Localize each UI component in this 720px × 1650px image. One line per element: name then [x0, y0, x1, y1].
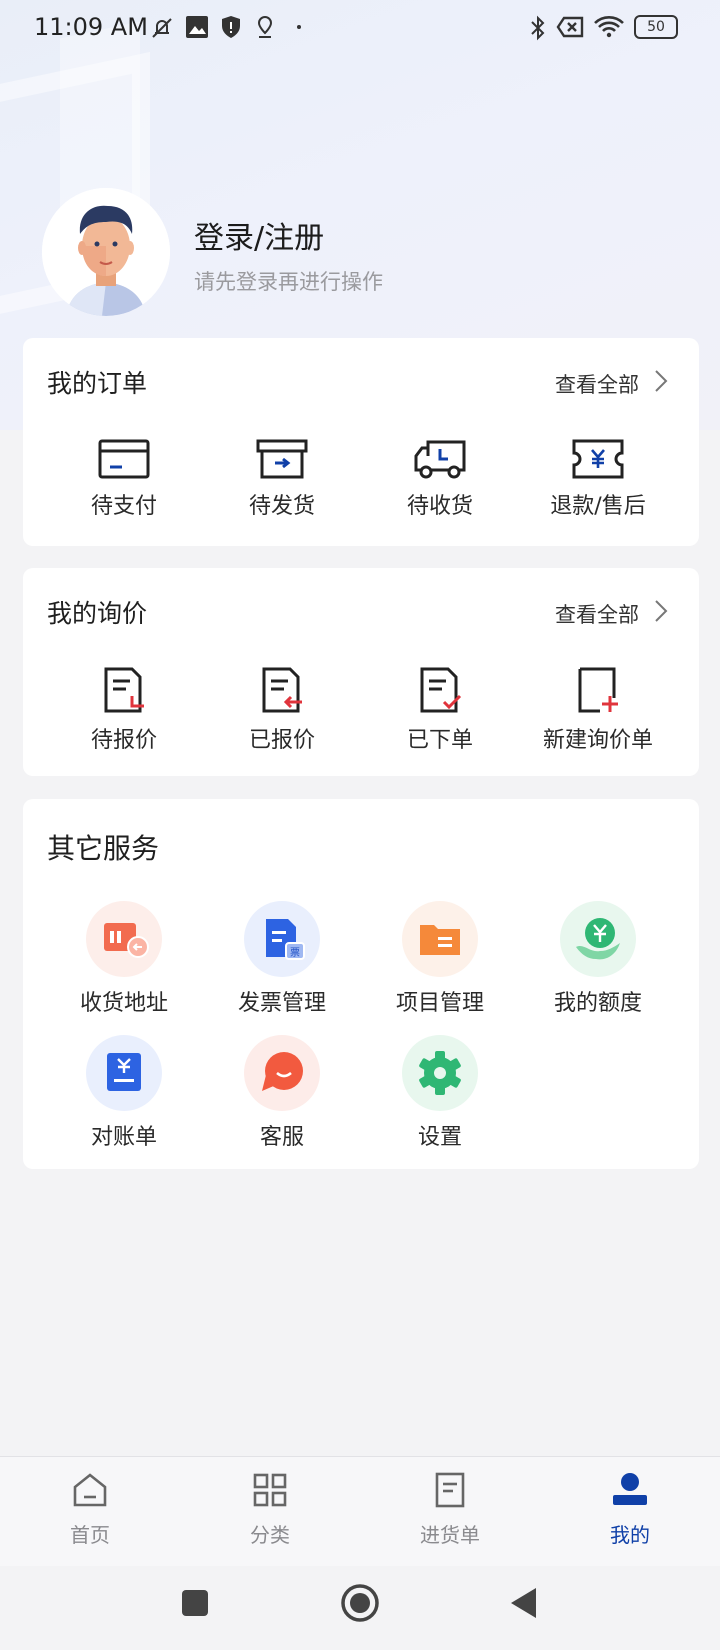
nav-label: 我的	[610, 1523, 650, 1547]
order-pending-payment[interactable]: 待支付	[45, 438, 203, 520]
inquiry-view-all-link[interactable]: 查看全部	[555, 599, 639, 629]
user-icon	[613, 1473, 647, 1505]
nav-purchase-list[interactable]: 进货单	[390, 1471, 510, 1548]
inquiry-status-label: 新建询价单	[542, 728, 653, 753]
inquiry-card: 我的询价 查看全部 待报价 已报价 已下单 新建询价单	[23, 568, 699, 776]
mute-icon	[152, 18, 172, 38]
back-icon[interactable]	[508, 1586, 540, 1620]
grid-icon	[253, 1473, 287, 1507]
service-label: 收货地址	[79, 991, 168, 1016]
inquiry-title: 我的询价	[47, 599, 148, 628]
no-sim-icon	[556, 16, 584, 38]
doc-pending-icon	[104, 667, 144, 713]
system-navigation-bar	[0, 1566, 720, 1650]
service-projects[interactable]: 项目管理	[361, 901, 519, 1017]
avatar-illustration	[42, 188, 170, 316]
services-title: 其它服务	[47, 832, 160, 865]
login-hint: 请先登录再进行操作	[194, 270, 383, 294]
shield-icon	[222, 16, 240, 38]
card-icon	[98, 439, 150, 479]
service-credit[interactable]: 我的额度	[519, 901, 677, 1017]
order-status-label: 待支付	[90, 494, 157, 519]
service-settings[interactable]: 设置	[361, 1035, 519, 1151]
home-button-icon[interactable]	[340, 1583, 380, 1623]
login-register-link[interactable]: 登录/注册	[194, 213, 324, 257]
folder-icon	[402, 901, 478, 977]
service-label: 我的额度	[553, 991, 642, 1016]
orders-title: 我的订单	[47, 369, 148, 398]
battery-icon: 50	[634, 15, 678, 39]
refund-icon	[572, 439, 624, 479]
inquiry-status-label: 待报价	[90, 728, 157, 753]
service-statement[interactable]: 对账单	[45, 1035, 203, 1151]
inquiry-ordered[interactable]: 已下单	[361, 666, 519, 754]
inquiry-quoted[interactable]: 已报价	[203, 666, 361, 754]
service-label: 对账单	[90, 1125, 157, 1150]
service-address[interactable]: 收货地址	[45, 901, 203, 1017]
location-icon	[257, 15, 273, 38]
statement-icon	[86, 1035, 162, 1111]
home-icon	[73, 1473, 107, 1507]
order-status-label: 待发货	[248, 494, 315, 519]
service-label: 设置	[417, 1125, 462, 1150]
doc-quoted-icon	[262, 667, 302, 713]
service-label: 发票管理	[237, 991, 326, 1016]
service-label: 项目管理	[395, 991, 484, 1016]
list-icon	[435, 1472, 465, 1508]
order-pending-receipt[interactable]: 待收货	[361, 438, 519, 520]
chat-icon	[244, 1035, 320, 1111]
battery-level: 50	[647, 19, 665, 35]
nav-label: 分类	[250, 1523, 290, 1547]
box-icon	[256, 439, 308, 479]
doc-check-icon	[420, 667, 462, 713]
address-icon	[86, 901, 162, 977]
service-label: 客服	[259, 1125, 304, 1150]
inquiry-status-label: 已下单	[406, 728, 473, 753]
order-status-label: 退款/售后	[550, 494, 646, 519]
recents-icon[interactable]	[180, 1588, 210, 1618]
truck-icon	[414, 440, 466, 479]
settings-icon	[402, 1035, 478, 1111]
inquiry-pending-quote[interactable]: 待报价	[45, 666, 203, 754]
nav-home[interactable]: 首页	[30, 1471, 150, 1548]
wifi-icon	[594, 16, 624, 38]
service-invoice[interactable]: 票 发票管理	[203, 901, 361, 1017]
chevron-right-icon[interactable]	[653, 598, 669, 624]
bluetooth-icon	[531, 15, 545, 41]
services-card: 其它服务 收货地址 票 发票管理 项目管理 我的额度 对账单 客服 设置	[23, 799, 699, 1169]
dot-icon	[297, 25, 301, 29]
doc-new-icon	[578, 667, 618, 713]
svg-text:票: 票	[290, 947, 300, 959]
nav-label: 首页	[70, 1523, 110, 1547]
nav-label: 进货单	[420, 1523, 480, 1547]
orders-view-all-link[interactable]: 查看全部	[555, 369, 639, 399]
status-bar: 11:09 AM 50	[0, 0, 720, 56]
inquiry-status-label: 已报价	[248, 728, 315, 753]
order-pending-shipment[interactable]: 待发货	[203, 438, 361, 520]
order-status-label: 待收货	[406, 494, 473, 519]
chevron-right-icon[interactable]	[653, 368, 669, 394]
credit-icon	[560, 901, 636, 977]
orders-card: 我的订单 查看全部 待支付 待发货 待收货 退款/售后	[23, 338, 699, 546]
nav-categories[interactable]: 分类	[210, 1471, 330, 1548]
status-time: 11:09 AM	[34, 13, 148, 41]
service-customer-support[interactable]: 客服	[203, 1035, 361, 1151]
order-refund[interactable]: 退款/售后	[519, 438, 677, 520]
invoice-icon: 票	[244, 901, 320, 977]
gallery-icon	[186, 16, 208, 38]
bottom-nav: 首页 分类 进货单 我的	[0, 1456, 720, 1566]
nav-mine[interactable]: 我的	[570, 1471, 690, 1548]
avatar[interactable]	[42, 188, 170, 316]
inquiry-new[interactable]: 新建询价单	[519, 666, 677, 754]
